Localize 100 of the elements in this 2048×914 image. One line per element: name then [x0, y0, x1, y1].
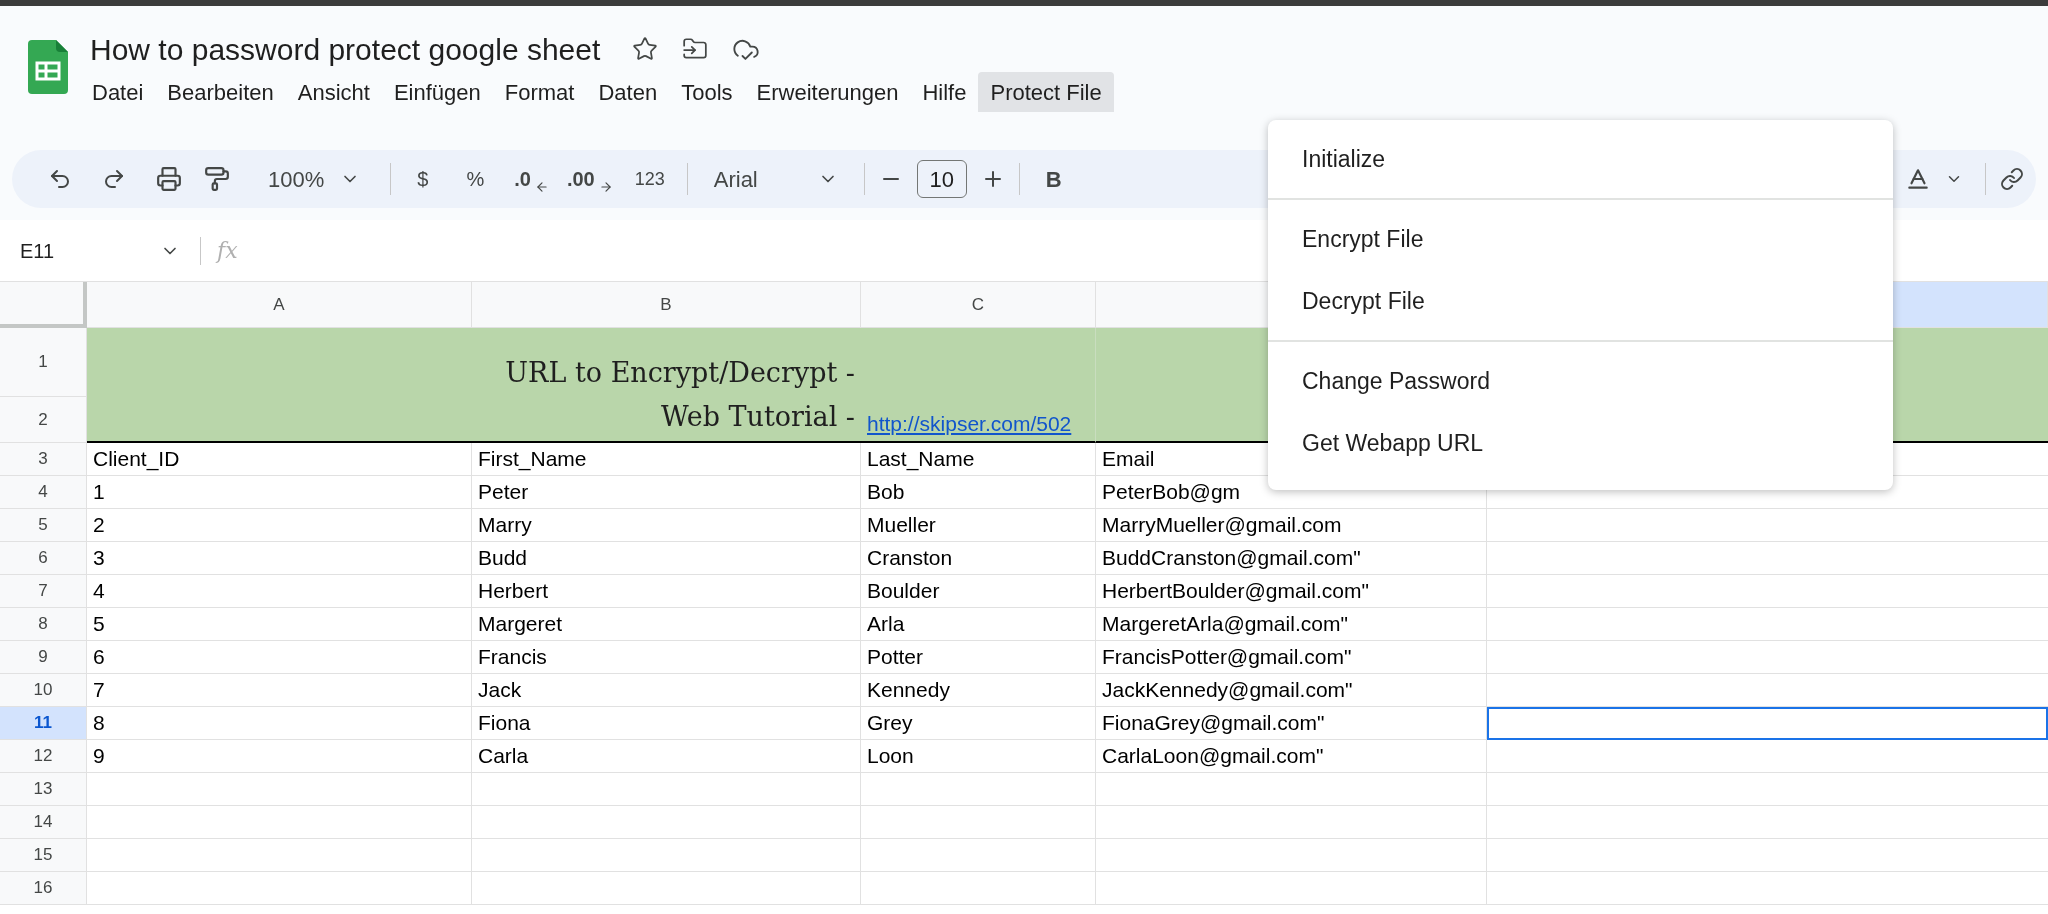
- table-cell-text: MarryMueller@gmail.com: [1102, 512, 1342, 538]
- empty-cell[interactable]: [472, 773, 861, 806]
- fx-label: fx: [217, 237, 238, 265]
- row-header[interactable]: 2: [0, 397, 87, 443]
- number-format-button[interactable]: 123: [626, 159, 673, 199]
- row-header[interactable]: 4: [0, 476, 87, 509]
- table-cell-text: 7: [93, 677, 105, 703]
- menu-item[interactable]: Einfügen: [381, 72, 493, 112]
- paint-format-icon[interactable]: [204, 166, 230, 192]
- text-color-icon[interactable]: [1905, 166, 1931, 192]
- table-cell-text: Email: [1102, 446, 1155, 472]
- arrow-left-icon: [534, 180, 549, 194]
- table-cell-text: Marry: [478, 512, 532, 538]
- font-dropdown[interactable]: Arial: [701, 159, 850, 199]
- zoom-dropdown[interactable]: 100%: [252, 159, 377, 199]
- undo-icon[interactable]: [48, 167, 72, 191]
- table-cell-text: HerbertBoulder@gmail.com": [1102, 578, 1369, 604]
- table-cell-text: Budd: [478, 545, 528, 571]
- menu-item[interactable]: Erweiterungen: [744, 72, 911, 112]
- row-header[interactable]: 14: [0, 806, 87, 839]
- print-icon[interactable]: [156, 166, 182, 192]
- table-cell-text: Loon: [867, 743, 914, 769]
- row-header[interactable]: 8: [0, 608, 87, 641]
- column-header[interactable]: B: [472, 282, 861, 328]
- menu-item[interactable]: Protect File: [978, 72, 1114, 112]
- row-header[interactable]: 5: [0, 509, 87, 542]
- row-header[interactable]: 1: [0, 328, 87, 397]
- link-icon[interactable]: [2000, 167, 2024, 191]
- empty-cell[interactable]: [1096, 872, 1487, 905]
- arrow-right-icon: [598, 180, 613, 194]
- column-header[interactable]: A: [87, 282, 472, 328]
- row-header[interactable]: 9: [0, 641, 87, 674]
- table-cell-text: Mueller: [867, 512, 936, 538]
- empty-cell[interactable]: [861, 773, 1096, 806]
- table-cell-text: FrancisPotter@gmail.com": [1102, 644, 1352, 670]
- menu-item[interactable]: Tools: [669, 72, 745, 112]
- table-cell-text: Fiona: [478, 710, 531, 736]
- menu-item[interactable]: Hilfe: [910, 72, 979, 112]
- menu-item[interactable]: Bearbeiten: [155, 72, 286, 112]
- row-header[interactable]: 12: [0, 740, 87, 773]
- table-cell-text: Boulder: [867, 578, 940, 604]
- row-header[interactable]: 11: [0, 707, 87, 740]
- empty-cell[interactable]: [861, 806, 1096, 839]
- menu-item[interactable]: Ansicht: [285, 72, 382, 112]
- redo-icon[interactable]: [102, 167, 126, 191]
- empty-cell[interactable]: [472, 839, 861, 872]
- menu-item[interactable]: Datei: [80, 72, 156, 112]
- row-header[interactable]: 3: [0, 443, 87, 476]
- font-size-field[interactable]: 10: [916, 160, 967, 198]
- row-header[interactable]: 10: [0, 674, 87, 707]
- cell-reference[interactable]: E11: [20, 235, 55, 266]
- table-cell-text: Grey: [867, 710, 913, 736]
- column-header[interactable]: C: [861, 282, 1096, 328]
- menu-option[interactable]: Change Password: [1268, 350, 1893, 412]
- table-cell-text: JackKennedy@gmail.com": [1102, 677, 1353, 703]
- table-cell-text: 9: [93, 743, 105, 769]
- corner-cell[interactable]: [0, 282, 87, 328]
- table-cell-text: Potter: [867, 644, 924, 670]
- table-cell-text: 5: [93, 611, 105, 637]
- decrease-decimals-button[interactable]: .0: [510, 159, 535, 199]
- table-cell-text: Francis: [478, 644, 547, 670]
- row-header[interactable]: 15: [0, 839, 87, 872]
- menu-option[interactable]: Get Webapp URL: [1268, 412, 1893, 474]
- table-cell-text: Carla: [478, 743, 529, 769]
- folder-icon[interactable]: [682, 36, 709, 62]
- empty-cell[interactable]: [472, 806, 861, 839]
- sheets-logo-icon: [28, 40, 68, 94]
- empty-cell[interactable]: [472, 872, 861, 905]
- menu-option[interactable]: Decrypt File: [1268, 270, 1893, 332]
- row-header[interactable]: 6: [0, 542, 87, 575]
- increase-decimals-button[interactable]: .00: [562, 159, 599, 199]
- table-cell-text: Cranston: [867, 545, 953, 571]
- table-cell-text: Jack: [478, 677, 522, 703]
- menu-item[interactable]: Daten: [586, 72, 670, 112]
- banner-text: URL to Encrypt/Decrypt -: [505, 356, 855, 390]
- row-header[interactable]: 16: [0, 872, 87, 905]
- row-header[interactable]: 7: [0, 575, 87, 608]
- empty-cell[interactable]: [861, 872, 1096, 905]
- document-title[interactable]: How to password protect google sheet: [90, 26, 601, 72]
- table-cell-text: 1: [93, 479, 105, 505]
- empty-cell[interactable]: [861, 839, 1096, 872]
- empty-cell[interactable]: [1096, 773, 1487, 806]
- empty-cell[interactable]: [1096, 806, 1487, 839]
- table-cell-text: BuddCranston@gmail.com": [1102, 545, 1361, 571]
- table-cell-text: Margeret: [478, 611, 563, 637]
- table-cell-text: PeterBob@gm: [1102, 479, 1241, 505]
- menu-option[interactable]: Initialize: [1268, 128, 1893, 190]
- banner-text: Web Tutorial -: [661, 400, 855, 434]
- empty-cell[interactable]: [1096, 839, 1487, 872]
- menu-item[interactable]: Format: [492, 72, 587, 112]
- table-cell-text: MargeretArla@gmail.com": [1102, 611, 1348, 637]
- selected-cell[interactable]: [1487, 707, 2048, 740]
- table-cell-text: Peter: [478, 479, 529, 505]
- star-icon[interactable]: [632, 36, 659, 62]
- bold-button[interactable]: B: [1033, 159, 1074, 199]
- menu-option[interactable]: Encrypt File: [1268, 208, 1893, 270]
- table-cell-text: First_Name: [478, 446, 587, 473]
- percent-button[interactable]: %: [454, 159, 497, 199]
- row-header[interactable]: 13: [0, 773, 87, 806]
- currency-button[interactable]: $: [405, 159, 441, 199]
